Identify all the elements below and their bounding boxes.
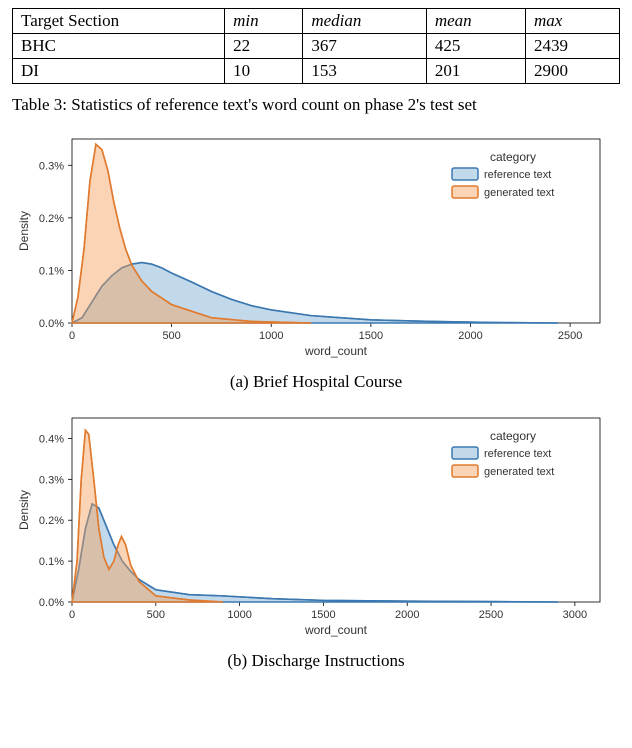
svg-text:0.3%: 0.3%	[39, 160, 64, 172]
cell: 367	[303, 34, 427, 59]
svg-text:0.0%: 0.0%	[39, 597, 64, 609]
chart-di: 0 500 1000 1500 2000 2500 3000 0.0% 0.1% 0.2% 0.3%…	[12, 410, 620, 671]
chart-bhc: 0 500 1000 1500 2000 2500 0.0% 0.1% 0.2% 0.3% word…	[12, 131, 620, 392]
table-row: BHC 22 367 425 2439	[13, 34, 620, 59]
svg-text:word_count: word_count	[304, 344, 368, 358]
svg-text:0.2%: 0.2%	[39, 515, 64, 527]
svg-text:Density: Density	[17, 490, 31, 530]
svg-text:0.1%: 0.1%	[39, 265, 64, 277]
svg-text:Density: Density	[17, 211, 31, 251]
svg-text:1500: 1500	[359, 330, 383, 342]
svg-text:1500: 1500	[311, 609, 335, 621]
svg-text:0: 0	[69, 330, 75, 342]
svg-text:0.2%: 0.2%	[39, 213, 64, 225]
svg-text:generated text: generated text	[484, 187, 554, 199]
svg-text:0.4%: 0.4%	[39, 433, 64, 445]
svg-text:1000: 1000	[227, 609, 251, 621]
svg-text:2500: 2500	[558, 330, 582, 342]
th-max: max	[526, 9, 620, 34]
th-min: min	[225, 9, 303, 34]
svg-text:1000: 1000	[259, 330, 283, 342]
table-row: DI 10 153 201 2900	[13, 59, 620, 84]
svg-text:2000: 2000	[395, 609, 419, 621]
row-label: DI	[13, 59, 225, 84]
svg-text:500: 500	[162, 330, 180, 342]
density-plot-b: 0 500 1000 1500 2000 2500 3000 0.0% 0.1% 0.2% 0.3%…	[12, 410, 612, 640]
svg-text:0.0%: 0.0%	[39, 318, 64, 330]
svg-text:0.1%: 0.1%	[39, 556, 64, 568]
cell: 425	[426, 34, 525, 59]
svg-text:category: category	[490, 150, 536, 164]
cell: 201	[426, 59, 525, 84]
cell: 2439	[526, 34, 620, 59]
svg-text:word_count: word_count	[304, 623, 368, 637]
row-label: BHC	[13, 34, 225, 59]
cell: 22	[225, 34, 303, 59]
stats-table: Target Section min median mean max BHC 2…	[12, 8, 620, 84]
svg-text:2500: 2500	[479, 609, 503, 621]
svg-text:0: 0	[69, 609, 75, 621]
svg-text:generated text: generated text	[484, 466, 554, 478]
svg-text:500: 500	[147, 609, 165, 621]
th-target-section: Target Section	[13, 9, 225, 34]
svg-text:2000: 2000	[458, 330, 482, 342]
subplot-title-a: (a) Brief Hospital Course	[12, 372, 620, 392]
density-plot-a: 0 500 1000 1500 2000 2500 0.0% 0.1% 0.2% 0.3% word…	[12, 131, 612, 361]
svg-text:0.3%: 0.3%	[39, 474, 64, 486]
svg-text:reference text: reference text	[484, 169, 551, 181]
subplot-title-b: (b) Discharge Instructions	[12, 651, 620, 671]
table-caption: Table 3: Statistics of reference text's …	[12, 94, 620, 117]
th-mean: mean	[426, 9, 525, 34]
svg-text:reference text: reference text	[484, 448, 551, 460]
cell: 153	[303, 59, 427, 84]
svg-text:3000: 3000	[563, 609, 587, 621]
th-median: median	[303, 9, 427, 34]
svg-text:category: category	[490, 429, 536, 443]
cell: 10	[225, 59, 303, 84]
cell: 2900	[526, 59, 620, 84]
